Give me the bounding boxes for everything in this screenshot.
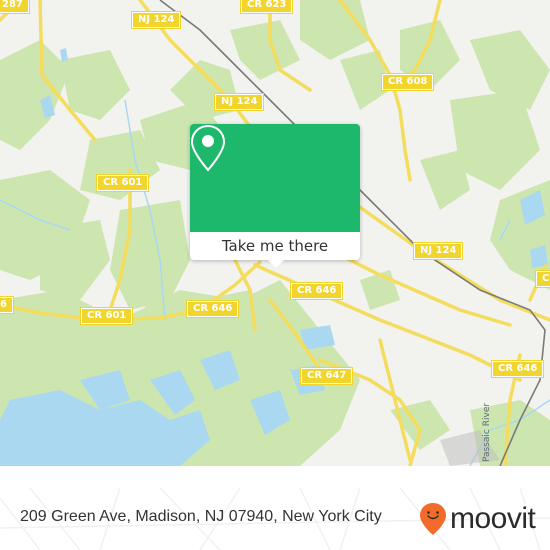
road-label-cr-646: CR 646 — [289, 282, 344, 300]
road-label-cr-608: CR 608 — [380, 73, 435, 91]
road-label-nj-124: NJ 124 — [130, 11, 182, 29]
map-view[interactable]: 287 CR 623 NJ 124 NJ 124 CR 608 CR 601 N… — [0, 0, 550, 466]
moovit-logo[interactable]: moovit — [419, 502, 536, 536]
road-label-cr-646: 6 — [0, 296, 14, 314]
map-pin-icon — [190, 124, 226, 172]
address-text: 209 Green Ave, Madison, NJ 07940, New Yo… — [20, 508, 382, 525]
brand-name: moovit — [450, 502, 536, 535]
road-label-nj-124: NJ 124 — [213, 93, 265, 111]
footer-bar: 209 Green Ave, Madison, NJ 07940, New Yo… — [0, 488, 550, 550]
moovit-pin-icon — [420, 503, 446, 535]
road-label-cr-623: CR 623 — [239, 0, 294, 14]
road-label-cr-601: CR 601 — [79, 307, 134, 325]
road-label-cr: C — [534, 270, 550, 288]
take-me-there-button[interactable]: Take me there — [190, 232, 360, 260]
road-label-287: 287 — [0, 0, 30, 14]
road-label-cr-647: CR 647 — [299, 367, 354, 385]
popup-pointer — [268, 260, 284, 268]
road-label-cr-601: CR 601 — [95, 174, 150, 192]
popup-header — [190, 124, 360, 232]
road-label-cr-646: CR 646 — [490, 360, 545, 378]
road-label-cr-646: CR 646 — [185, 300, 240, 318]
road-label-nj-124: NJ 124 — [412, 242, 464, 260]
river-label: Passaic River — [482, 402, 492, 462]
location-popup: Take me there — [190, 124, 360, 268]
